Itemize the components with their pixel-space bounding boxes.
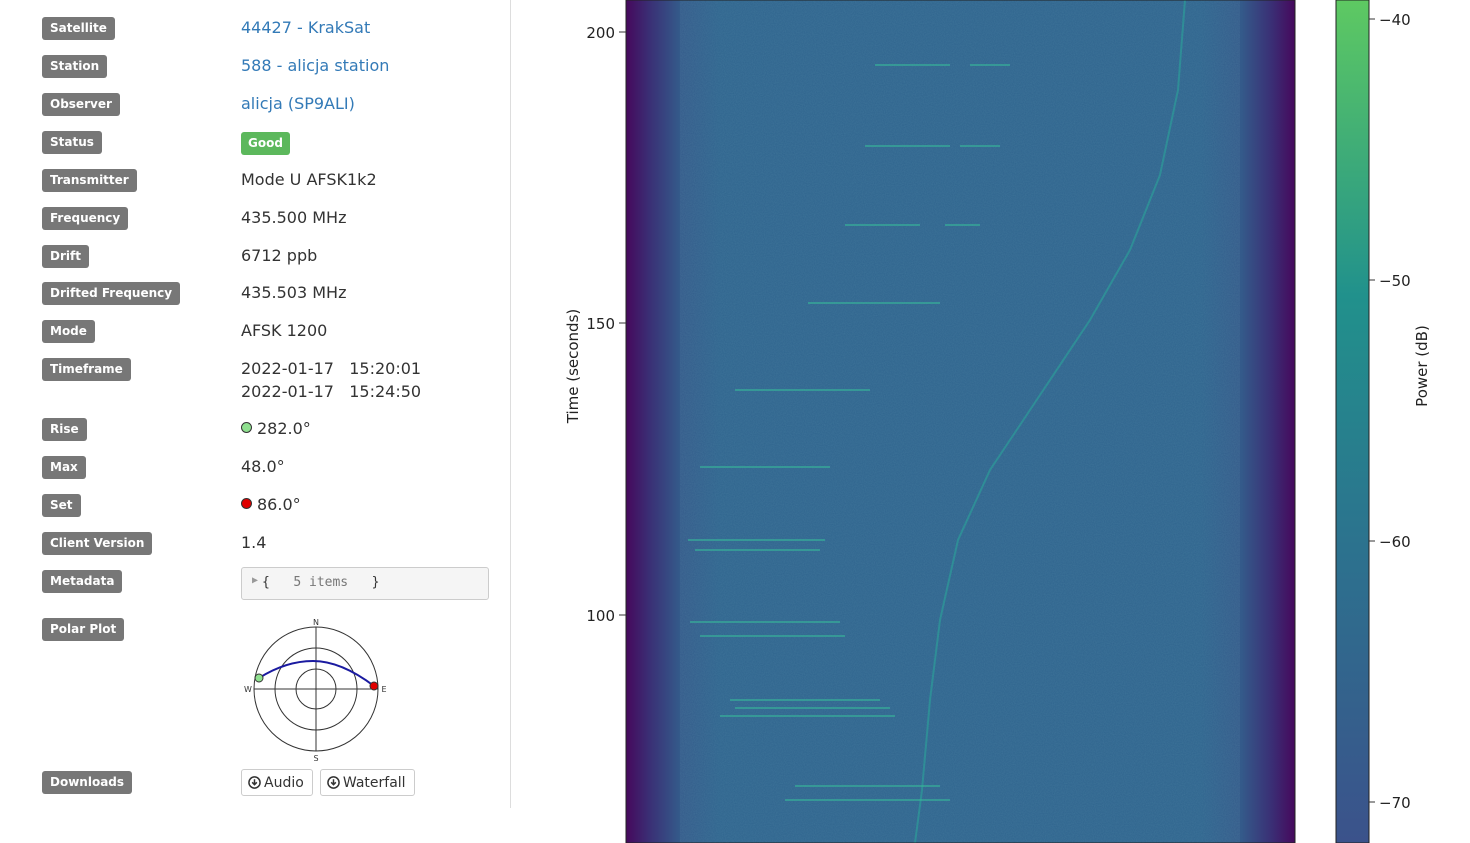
max-value: 48.0° xyxy=(241,457,285,476)
satellite-link[interactable]: 44427 - KrakSat xyxy=(241,17,370,39)
waterfall-plot: 200 150 100 Time (seconds) −40 −50 −60 −… xyxy=(564,0,1431,843)
polar-set-marker xyxy=(369,681,379,691)
colorbar-tick-60: −60 xyxy=(1379,533,1411,551)
metadata-open-brace: { xyxy=(262,575,270,590)
download-waterfall-button[interactable]: Waterfall xyxy=(319,769,415,796)
rise-value: 282.0° xyxy=(257,419,311,438)
download-waterfall-label: Waterfall xyxy=(342,775,406,791)
status-value-wrap: Good xyxy=(241,130,290,155)
station-link[interactable]: 588 - alicja station xyxy=(241,55,389,77)
frequency-label: Frequency xyxy=(42,207,129,230)
metadata-label: Metadata xyxy=(42,570,123,593)
polar-south-label: S xyxy=(313,754,318,763)
download-audio-button[interactable]: Audio xyxy=(241,769,313,796)
status-label: Status xyxy=(42,131,102,154)
timeframe-label: Timeframe xyxy=(42,358,131,381)
set-value-wrap: 86.0° xyxy=(241,494,301,516)
mode-label: Mode xyxy=(42,320,95,343)
max-label: Max xyxy=(42,456,86,479)
polar-plot: N S W E xyxy=(244,618,386,763)
rise-value-wrap: 282.0° xyxy=(241,418,311,440)
power-colorbar: −40 −50 −60 −70 Power (dB) xyxy=(1335,0,1431,843)
column-divider xyxy=(510,0,511,808)
client-version-value: 1.4 xyxy=(241,533,267,552)
set-label: Set xyxy=(42,494,81,517)
set-dot-icon xyxy=(241,498,252,509)
colorbar-label: Power (dB) xyxy=(1413,325,1431,407)
time-tick-100: 100 xyxy=(586,607,615,625)
colorbar-gradient xyxy=(1335,0,1370,843)
downloads-buttons: Audio Waterfall xyxy=(241,769,417,796)
time-axis: 200 150 100 Time (seconds) xyxy=(564,24,626,625)
download-circle-icon xyxy=(327,776,340,789)
timeframe-start: 2022-01-17 15:20:01 xyxy=(241,359,422,378)
transmitter-value: Mode U AFSK1k2 xyxy=(241,170,377,189)
drift-value: 6712 ppb xyxy=(241,246,318,265)
download-circle-icon xyxy=(248,776,261,789)
metadata-close-brace: } xyxy=(371,575,380,590)
polar-north-label: N xyxy=(313,618,319,627)
colorbar-tick-70: −70 xyxy=(1379,794,1411,812)
satellite-label: Satellite xyxy=(42,17,115,40)
polar-east-label: E xyxy=(381,685,386,694)
polar-west-label: W xyxy=(244,685,252,694)
expand-triangle-icon[interactable]: ▶ xyxy=(252,575,258,586)
status-badge: Good xyxy=(241,132,290,155)
set-value: 86.0° xyxy=(257,495,301,514)
mode-value: AFSK 1200 xyxy=(241,321,328,340)
colorbar-tick-40: −40 xyxy=(1379,11,1411,29)
observer-link[interactable]: alicja (SP9ALI) xyxy=(241,93,355,115)
download-audio-label: Audio xyxy=(264,775,304,791)
timeframe-end: 2022-01-17 15:24:50 xyxy=(241,382,422,401)
transmitter-label: Transmitter xyxy=(42,169,137,192)
station-label: Station xyxy=(42,55,108,78)
downloads-label: Downloads xyxy=(42,771,133,794)
drift-label: Drift xyxy=(42,245,89,268)
metadata-summary: 5 items xyxy=(293,575,349,590)
drifted-frequency-label: Drifted Frequency xyxy=(42,282,181,305)
polar-rise-marker xyxy=(254,673,264,683)
client-version-label: Client Version xyxy=(42,532,153,555)
drifted-frequency-value: 435.503 MHz xyxy=(241,283,347,302)
time-tick-150: 150 xyxy=(586,315,615,333)
metadata-json-viewer[interactable]: ▶ { 5 items } xyxy=(241,567,489,600)
rise-label: Rise xyxy=(42,418,87,441)
colorbar-tick-50: −50 xyxy=(1379,272,1411,290)
rise-dot-icon xyxy=(241,422,252,433)
polar-plot-label: Polar Plot xyxy=(42,618,125,641)
observer-label: Observer xyxy=(42,93,120,116)
time-tick-200: 200 xyxy=(586,24,615,42)
frequency-value: 435.500 MHz xyxy=(241,208,347,227)
time-axis-label: Time (seconds) xyxy=(564,309,582,425)
